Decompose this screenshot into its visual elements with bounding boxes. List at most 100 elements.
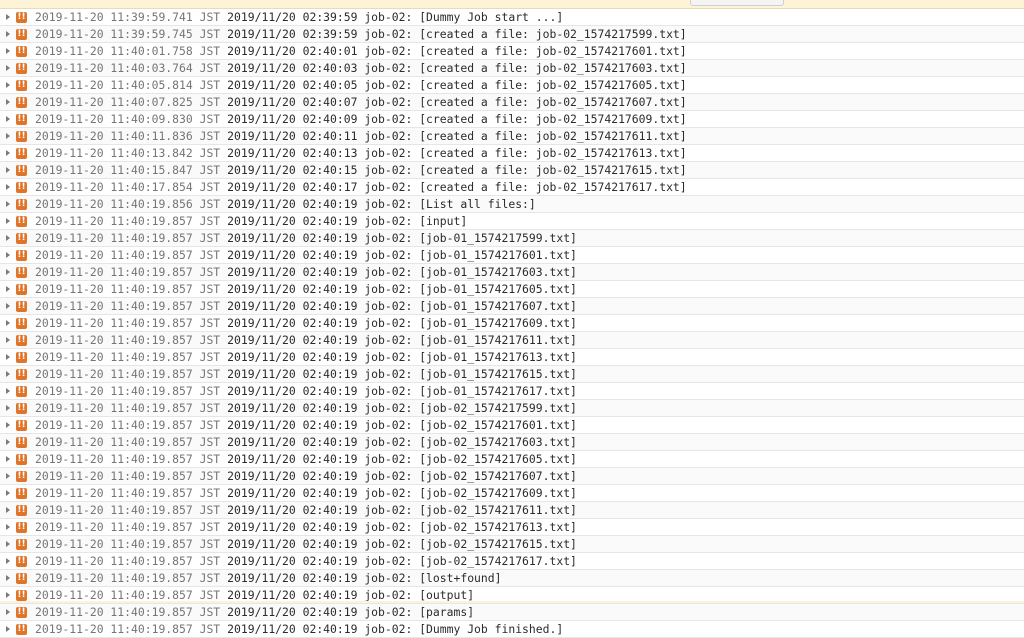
log-timestamp: 2019-11-20 11:39:59.741 JST (35, 10, 221, 24)
log-entry-row[interactable]: !! 2019-11-20 11:40:19.857 JST 2019/11/20 … (0, 536, 1024, 553)
expand-triangle-icon[interactable] (6, 116, 10, 122)
log-entry-row[interactable]: !! 2019-11-20 11:39:59.745 JST 2019/11/20 … (0, 26, 1024, 43)
expand-triangle-icon[interactable] (6, 48, 10, 54)
log-timestamp: 2019-11-20 11:40:19.857 JST (35, 452, 221, 466)
expand-triangle-icon[interactable] (6, 592, 10, 598)
severity-warning-icon: !! (16, 62, 27, 74)
log-entry-row[interactable]: !! 2019-11-20 11:40:19.857 JST 2019/11/20 … (0, 383, 1024, 400)
log-message: 2019/11/20 02:40:19 job-02: [job-02_1574… (227, 452, 577, 466)
log-entry-row[interactable]: !! 2019-11-20 11:40:01.758 JST 2019/11/20 … (0, 43, 1024, 60)
log-timestamp: 2019-11-20 11:40:19.857 JST (35, 333, 221, 347)
expand-triangle-icon[interactable] (6, 371, 10, 377)
expand-triangle-icon[interactable] (6, 490, 10, 496)
expand-triangle-icon[interactable] (6, 150, 10, 156)
log-entry-row[interactable]: !! 2019-11-20 11:40:19.857 JST 2019/11/20 … (0, 247, 1024, 264)
expand-triangle-icon[interactable] (6, 439, 10, 445)
log-message: 2019/11/20 02:40:19 job-02: [job-02_1574… (227, 469, 577, 483)
log-entry-row[interactable]: !! 2019-11-20 11:40:19.857 JST 2019/11/20 … (0, 502, 1024, 519)
log-entry-row[interactable]: !! 2019-11-20 11:40:19.857 JST 2019/11/20 … (0, 485, 1024, 502)
expand-triangle-icon[interactable] (6, 626, 10, 632)
log-entry-row[interactable]: !! 2019-11-20 11:40:19.857 JST 2019/11/20 … (0, 366, 1024, 383)
expand-triangle-icon[interactable] (6, 252, 10, 258)
severity-warning-icon: !! (16, 249, 27, 261)
log-entry-row[interactable]: !! 2019-11-20 11:40:19.857 JST 2019/11/20 … (0, 451, 1024, 468)
expand-triangle-icon[interactable] (6, 31, 10, 37)
log-entry-row[interactable]: !! 2019-11-20 11:39:59.741 JST 2019/11/20 … (0, 9, 1024, 26)
expand-triangle-icon[interactable] (6, 286, 10, 292)
log-entry-row[interactable]: !! 2019-11-20 11:40:17.854 JST 2019/11/20 … (0, 179, 1024, 196)
log-timestamp: 2019-11-20 11:40:19.857 JST (35, 605, 221, 619)
expand-triangle-icon[interactable] (6, 99, 10, 105)
log-timestamp: 2019-11-20 11:40:01.758 JST (35, 44, 221, 58)
expand-triangle-icon[interactable] (6, 65, 10, 71)
log-timestamp: 2019-11-20 11:40:05.814 JST (35, 78, 221, 92)
log-timestamp: 2019-11-20 11:40:19.857 JST (35, 537, 221, 551)
log-timestamp: 2019-11-20 11:40:17.854 JST (35, 180, 221, 194)
log-message: 2019/11/20 02:39:59 job-02: [Dummy Job s… (227, 10, 564, 24)
log-entry-row[interactable]: !! 2019-11-20 11:40:19.857 JST 2019/11/20 … (0, 519, 1024, 536)
log-message: 2019/11/20 02:40:11 job-02: [created a f… (227, 129, 687, 143)
log-entry-row[interactable]: !! 2019-11-20 11:40:13.842 JST 2019/11/20 … (0, 145, 1024, 162)
log-entry-row[interactable]: !! 2019-11-20 11:40:19.857 JST 2019/11/20 … (0, 315, 1024, 332)
expand-triangle-icon[interactable] (6, 218, 10, 224)
log-entry-row[interactable]: !! 2019-11-20 11:40:19.857 JST 2019/11/20 … (0, 434, 1024, 451)
expand-triangle-icon[interactable] (6, 473, 10, 479)
expand-triangle-icon[interactable] (6, 133, 10, 139)
log-entry-row[interactable]: !! 2019-11-20 11:40:19.857 JST 2019/11/20 … (0, 298, 1024, 315)
severity-warning-icon: !! (16, 555, 27, 567)
expand-triangle-icon[interactable] (6, 575, 10, 581)
expand-triangle-icon[interactable] (6, 422, 10, 428)
log-entry-row[interactable]: !! 2019-11-20 11:40:19.857 JST 2019/11/20 … (0, 400, 1024, 417)
expand-triangle-icon[interactable] (6, 337, 10, 343)
log-entry-row[interactable]: !! 2019-11-20 11:40:19.857 JST 2019/11/20 … (0, 417, 1024, 434)
expand-triangle-icon[interactable] (6, 14, 10, 20)
expand-triangle-icon[interactable] (6, 609, 10, 615)
expand-triangle-icon[interactable] (6, 524, 10, 530)
severity-warning-icon: !! (16, 147, 27, 159)
expand-triangle-icon[interactable] (6, 82, 10, 88)
log-entry-row[interactable]: !! 2019-11-20 11:40:19.857 JST 2019/11/20 … (0, 604, 1024, 621)
expand-triangle-icon[interactable] (6, 558, 10, 564)
expand-triangle-icon[interactable] (6, 456, 10, 462)
log-entry-row[interactable]: !! 2019-11-20 11:40:07.825 JST 2019/11/20 … (0, 94, 1024, 111)
log-entry-row[interactable]: !! 2019-11-20 11:40:15.847 JST 2019/11/20 … (0, 162, 1024, 179)
toolbar-control[interactable] (690, 0, 784, 6)
expand-triangle-icon[interactable] (6, 354, 10, 360)
severity-warning-icon: !! (16, 181, 27, 193)
log-entry-row[interactable]: !! 2019-11-20 11:40:19.857 JST 2019/11/20 … (0, 570, 1024, 587)
expand-triangle-icon[interactable] (6, 235, 10, 241)
log-entry-row[interactable]: !! 2019-11-20 11:40:19.857 JST 2019/11/20 … (0, 332, 1024, 349)
log-entry-row[interactable]: !! 2019-11-20 11:40:19.857 JST 2019/11/20 … (0, 213, 1024, 230)
expand-triangle-icon[interactable] (6, 303, 10, 309)
log-entry-row[interactable]: !! 2019-11-20 11:40:11.836 JST 2019/11/20 … (0, 128, 1024, 145)
log-timestamp: 2019-11-20 11:39:59.745 JST (35, 27, 221, 41)
log-entry-row[interactable]: !! 2019-11-20 11:40:09.830 JST 2019/11/20 … (0, 111, 1024, 128)
log-timestamp: 2019-11-20 11:40:09.830 JST (35, 112, 221, 126)
log-entry-row[interactable]: !! 2019-11-20 11:40:19.857 JST 2019/11/20 … (0, 553, 1024, 570)
expand-triangle-icon[interactable] (6, 405, 10, 411)
expand-triangle-icon[interactable] (6, 388, 10, 394)
log-entry-row[interactable]: !! 2019-11-20 11:40:19.857 JST 2019/11/20 … (0, 264, 1024, 281)
log-message: 2019/11/20 02:40:19 job-02: [job-02_1574… (227, 418, 577, 432)
severity-warning-icon: !! (16, 402, 27, 414)
log-timestamp: 2019-11-20 11:40:19.857 JST (35, 401, 221, 415)
log-entry-row[interactable]: !! 2019-11-20 11:40:19.857 JST 2019/11/20 … (0, 230, 1024, 247)
log-entry-row[interactable]: !! 2019-11-20 11:40:19.856 JST 2019/11/20 … (0, 196, 1024, 213)
expand-triangle-icon[interactable] (6, 507, 10, 513)
log-entry-row[interactable]: !! 2019-11-20 11:40:19.857 JST 2019/11/20 … (0, 621, 1024, 638)
log-entry-row[interactable]: !! 2019-11-20 11:40:19.857 JST 2019/11/20 … (0, 281, 1024, 298)
expand-triangle-icon[interactable] (6, 184, 10, 190)
severity-warning-icon: !! (16, 113, 27, 125)
expand-triangle-icon[interactable] (6, 541, 10, 547)
expand-triangle-icon[interactable] (6, 201, 10, 207)
expand-triangle-icon[interactable] (6, 320, 10, 326)
log-entry-row[interactable]: !! 2019-11-20 11:40:05.814 JST 2019/11/20 … (0, 77, 1024, 94)
log-timestamp: 2019-11-20 11:40:19.857 JST (35, 282, 221, 296)
expand-triangle-icon[interactable] (6, 269, 10, 275)
log-entry-row[interactable]: !! 2019-11-20 11:40:19.857 JST 2019/11/20 … (0, 468, 1024, 485)
log-message: 2019/11/20 02:40:19 job-02: [job-02_1574… (227, 401, 577, 415)
expand-triangle-icon[interactable] (6, 167, 10, 173)
log-entry-row[interactable]: !! 2019-11-20 11:40:19.857 JST 2019/11/20 … (0, 349, 1024, 366)
log-entry-row[interactable]: !! 2019-11-20 11:40:03.764 JST 2019/11/20 … (0, 60, 1024, 77)
log-timestamp: 2019-11-20 11:40:19.857 JST (35, 486, 221, 500)
